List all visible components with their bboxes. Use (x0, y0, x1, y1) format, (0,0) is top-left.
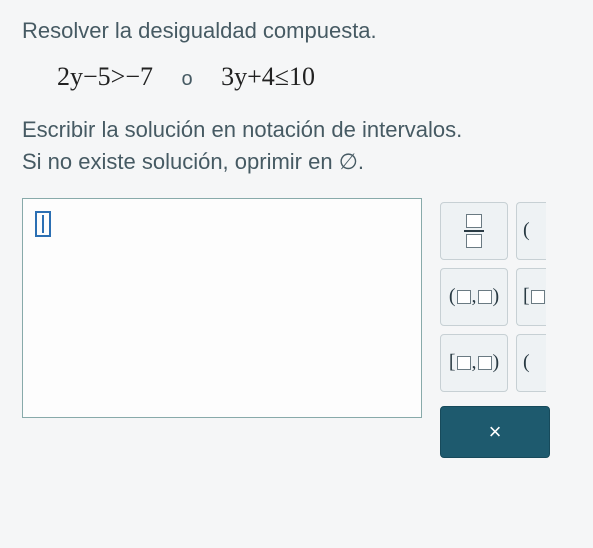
palette-fraction-button[interactable] (440, 202, 508, 260)
equation-or: o (182, 68, 193, 91)
equation-row: 2y−5>−7 o 3y+4≤10 (57, 62, 593, 92)
close-icon: × (489, 419, 502, 445)
instruction-line-2: Si no existe solución, oprimir en ∅. (22, 146, 593, 178)
equation-left: 2y−5>−7 (57, 62, 153, 91)
equation-right: 3y+4≤10 (221, 62, 315, 91)
fraction-icon (464, 214, 484, 248)
instruction-line-1: Escribir la solución en notación de inte… (22, 114, 593, 146)
problem-heading: Resolver la desigualdad compuesta. (22, 18, 593, 44)
symbol-palette: ( (,) [ [,) ( × (440, 198, 550, 458)
answer-cursor-icon (35, 211, 51, 237)
palette-closed-open-partial-button[interactable]: [ (516, 268, 546, 326)
instructions: Escribir la solución en notación de inte… (22, 114, 593, 178)
close-button[interactable]: × (440, 406, 550, 458)
palette-partial-button-2[interactable]: ( (516, 334, 546, 392)
empty-set-symbol: ∅ (339, 149, 358, 174)
palette-open-open-interval-button[interactable]: (,) (440, 268, 508, 326)
work-area: ( (,) [ [,) ( × (22, 198, 593, 458)
answer-input-box[interactable] (22, 198, 422, 418)
palette-closed-open-interval-button[interactable]: [,) (440, 334, 508, 392)
palette-partial-button-1[interactable]: ( (516, 202, 546, 260)
